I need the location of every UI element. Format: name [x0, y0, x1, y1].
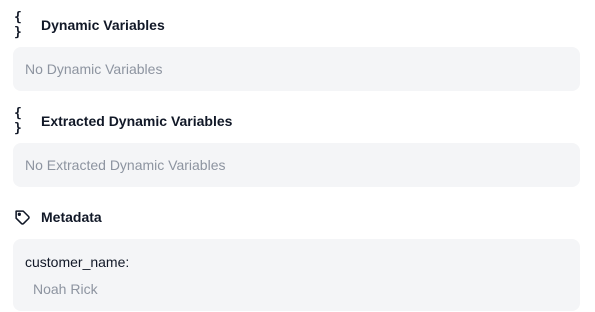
- braces-icon: { }: [14, 10, 23, 40]
- extracted-dynamic-variables-title: Extracted Dynamic Variables: [41, 113, 233, 129]
- metadata-title: Metadata: [41, 209, 102, 225]
- dynamic-variables-empty-text: No Dynamic Variables: [25, 61, 163, 77]
- dynamic-variables-section: { } Dynamic Variables No Dynamic Variabl…: [13, 10, 580, 91]
- metadata-header: Metadata: [13, 207, 580, 227]
- braces-icon: { }: [14, 106, 23, 136]
- tag-icon: [14, 209, 34, 225]
- extracted-dynamic-variables-header: { } Extracted Dynamic Variables: [13, 106, 580, 136]
- metadata-value: Noah Rick: [33, 281, 98, 297]
- metadata-section: Metadata customer_name: Noah Rick: [13, 207, 580, 311]
- extracted-dynamic-variables-empty-text: No Extracted Dynamic Variables: [25, 157, 226, 173]
- dynamic-variables-panel: No Dynamic Variables: [13, 47, 580, 91]
- metadata-panel: customer_name: Noah Rick: [13, 239, 580, 311]
- dynamic-variables-title: Dynamic Variables: [41, 17, 165, 33]
- dynamic-variables-header: { } Dynamic Variables: [13, 10, 580, 40]
- metadata-key: customer_name:: [25, 254, 130, 270]
- extracted-dynamic-variables-panel: No Extracted Dynamic Variables: [13, 143, 580, 187]
- extracted-dynamic-variables-section: { } Extracted Dynamic Variables No Extra…: [13, 106, 580, 187]
